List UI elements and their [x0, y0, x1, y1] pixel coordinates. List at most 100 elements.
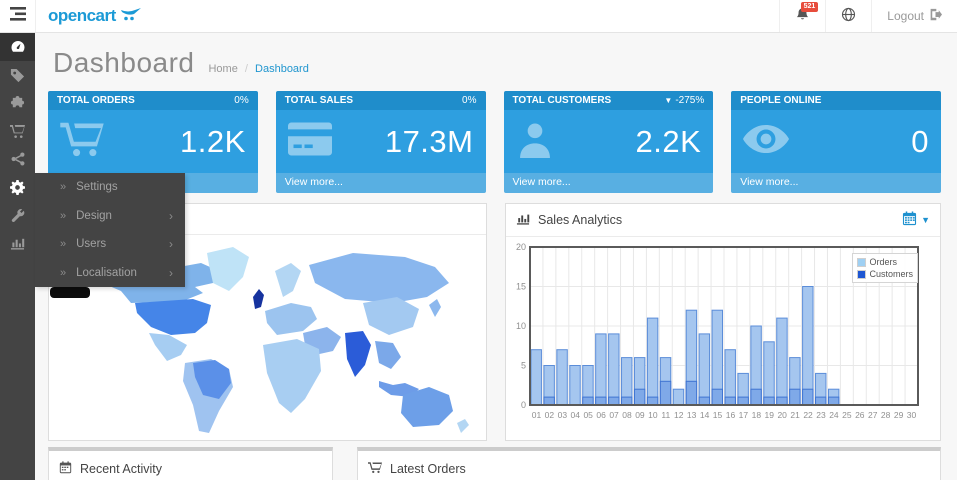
flyout-item-label: Settings: [76, 181, 118, 193]
tile-title: TOTAL SALES: [285, 95, 353, 106]
list-icon: [10, 7, 26, 26]
tile-title: PEOPLE ONLINE: [740, 95, 821, 106]
shopping-cart-icon: [60, 120, 104, 163]
svg-text:08: 08: [622, 410, 632, 420]
flyout-item-design[interactable]: » Design ›: [35, 202, 185, 231]
svg-text:01: 01: [532, 410, 542, 420]
sidebar-item-sales[interactable]: [0, 117, 35, 145]
bar-chart-icon: [10, 236, 25, 250]
recent-activity-panel: Recent Activity: [48, 447, 333, 480]
tile-people-online: PEOPLE ONLINE 0 View more...: [731, 91, 941, 193]
dashboard-icon: [10, 39, 26, 55]
svg-text:28: 28: [881, 410, 891, 420]
tile-title: TOTAL ORDERS: [57, 95, 135, 106]
sales-analytics-panel: Sales Analytics ▼: [505, 203, 941, 441]
svg-text:13: 13: [687, 410, 697, 420]
breadcrumb-current-link[interactable]: Dashboard: [255, 63, 309, 75]
tile-value: 0: [911, 124, 929, 160]
double-chevron-icon: »: [60, 267, 66, 279]
svg-text:25: 25: [842, 410, 852, 420]
credit-card-icon: [288, 122, 332, 161]
calendar-icon: [59, 461, 72, 477]
svg-text:02: 02: [545, 410, 555, 420]
sidebar-item-extensions[interactable]: [0, 89, 35, 117]
svg-text:10: 10: [516, 321, 526, 331]
opencart-logo[interactable]: opencart: [36, 0, 154, 32]
notifications-button[interactable]: 521: [779, 0, 825, 32]
legend-entry: Orders: [857, 256, 913, 268]
double-chevron-icon: »: [60, 210, 66, 222]
breadcrumb-separator: /: [245, 63, 248, 75]
svg-text:10: 10: [648, 410, 658, 420]
svg-text:03: 03: [558, 410, 568, 420]
svg-text:24: 24: [829, 410, 839, 420]
svg-text:14: 14: [700, 410, 710, 420]
breadcrumb: Home / Dashboard: [208, 63, 308, 75]
view-more-link[interactable]: View more...: [285, 176, 343, 188]
language-button[interactable]: [825, 0, 871, 32]
sidebar-item-system[interactable]: [0, 173, 35, 201]
svg-text:09: 09: [635, 410, 645, 420]
chart-icon: [516, 212, 530, 228]
tile-total-sales: TOTAL SALES 0% 17.3M View more...: [276, 91, 486, 193]
globe-icon: [841, 7, 856, 25]
date-range-button[interactable]: ▼: [902, 211, 930, 229]
tile-change: 0%: [234, 95, 248, 106]
tile-change: 0%: [462, 95, 476, 106]
latest-orders-panel: Latest Orders: [357, 447, 941, 480]
flyout-item-settings[interactable]: » Settings: [35, 173, 185, 202]
double-chevron-icon: »: [60, 181, 66, 193]
view-more-link[interactable]: View more...: [740, 176, 798, 188]
latest-orders-title: Latest Orders: [390, 462, 466, 476]
breadcrumb-home-link[interactable]: Home: [208, 63, 237, 75]
sales-analytics-chart: 0510152001020304050607080910111213141516…: [506, 237, 940, 444]
flyout-item-label: Users: [76, 238, 106, 250]
menu-toggle-button[interactable]: [0, 0, 36, 32]
tile-total-customers: TOTAL CUSTOMERS ▼ -275% 2.2K View more..…: [504, 91, 714, 193]
svg-text:30: 30: [907, 410, 917, 420]
chart-legend: OrdersCustomers: [852, 253, 918, 283]
caret-down-icon: ▼: [921, 215, 930, 225]
svg-text:0: 0: [521, 400, 526, 410]
double-chevron-icon: »: [60, 238, 66, 250]
svg-text:07: 07: [609, 410, 619, 420]
header-actions: 521 Logout: [779, 0, 957, 32]
flyout-item-localisation[interactable]: » Localisation ›: [35, 259, 185, 288]
svg-text:04: 04: [571, 410, 581, 420]
svg-text:12: 12: [674, 410, 684, 420]
cart-icon: [368, 461, 382, 477]
svg-text:22: 22: [803, 410, 813, 420]
view-more-link[interactable]: View more...: [513, 176, 571, 188]
sidebar-item-reports[interactable]: [0, 229, 35, 257]
sidebar-item-tools[interactable]: [0, 201, 35, 229]
svg-text:18: 18: [752, 410, 762, 420]
tile-value: 2.2K: [635, 124, 701, 160]
recent-activity-title: Recent Activity: [80, 462, 162, 476]
sidebar-item-marketing[interactable]: [0, 145, 35, 173]
logout-button[interactable]: Logout: [871, 0, 957, 32]
logout-label: Logout: [887, 9, 924, 23]
tag-icon: [10, 68, 25, 83]
flyout-item-label: Design: [76, 210, 112, 222]
svg-text:06: 06: [596, 410, 606, 420]
legend-entry: Customers: [857, 268, 913, 280]
flyout-item-users[interactable]: » Users ›: [35, 230, 185, 259]
opencart-cart-icon: [120, 7, 142, 26]
top-header: opencart 521 Logout: [0, 0, 957, 33]
sidebar: [0, 33, 35, 480]
svg-text:23: 23: [816, 410, 826, 420]
svg-text:17: 17: [739, 410, 749, 420]
chevron-right-icon: ›: [169, 237, 173, 251]
sidebar-item-dashboard[interactable]: [0, 33, 35, 61]
svg-text:20: 20: [777, 410, 787, 420]
sidebar-item-catalog[interactable]: [0, 61, 35, 89]
svg-text:21: 21: [790, 410, 800, 420]
eye-icon: [743, 124, 789, 159]
page-title: Dashboard: [53, 47, 194, 79]
notification-badge: 521: [801, 2, 819, 12]
tile-change: -275%: [675, 95, 704, 106]
svg-text:15: 15: [713, 410, 723, 420]
calendar-icon: [902, 211, 917, 229]
svg-text:05: 05: [583, 410, 593, 420]
svg-text:27: 27: [868, 410, 878, 420]
